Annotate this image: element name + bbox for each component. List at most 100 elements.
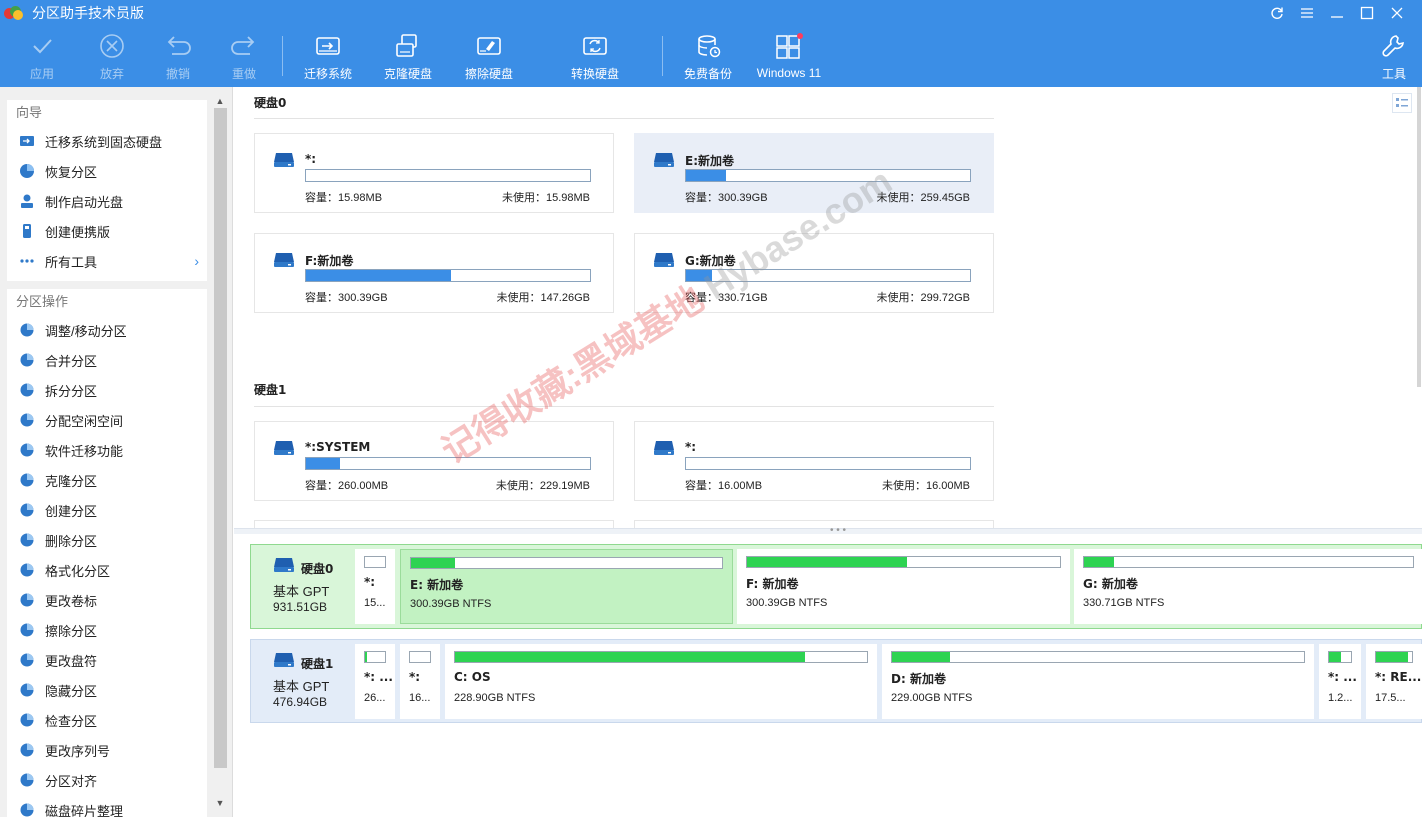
disk-map-view: 硬盘0 基本 GPT 931.51GB *: 15... E: 新加卷 300.39G… <box>234 534 1422 817</box>
partition-block[interactable]: E: 新加卷 300.39GB NTFS <box>400 549 733 624</box>
sidebar-item-op[interactable]: 磁盘碎片整理 <box>7 795 207 817</box>
sidebar-item-op[interactable]: 更改盘符 <box>7 645 207 675</box>
app-logo-icon <box>4 5 24 21</box>
divider <box>254 118 994 119</box>
close-icon[interactable] <box>1382 2 1412 24</box>
sidebar-item-op[interactable]: 检查分区 <box>7 705 207 735</box>
sidebar-item-op[interactable]: 隐藏分区 <box>7 675 207 705</box>
partition-block[interactable]: F: 新加卷 300.39GB NTFS <box>737 549 1070 624</box>
partition-name: *: ... <box>1328 670 1357 684</box>
partition-block[interactable]: *: ... 26... <box>355 644 395 719</box>
usage-bar <box>685 269 971 282</box>
partition-card[interactable]: F:新加卷 容量：300.39GB 未使用：147.26GB <box>254 233 614 313</box>
redo-button[interactable]: 重做 <box>206 30 282 82</box>
sidebar-item-migrate-ssd[interactable]: 迁移系统到固态硬盘 <box>7 126 207 156</box>
usage-bar <box>1083 556 1414 568</box>
format-icon <box>19 562 35 578</box>
sidebar-item-all-tools[interactable]: 所有工具 › <box>7 246 207 276</box>
partition-block[interactable]: *: 16... <box>400 644 440 719</box>
scroll-thumb[interactable] <box>214 108 227 768</box>
partition-card[interactable]: E:新加卷 容量：300.39GB 未使用：259.45GB <box>634 133 994 213</box>
wipe-icon <box>19 622 35 638</box>
usage-fill <box>411 558 455 568</box>
convert-disk-button[interactable]: 转换硬盘 <box>557 30 633 82</box>
tools-button[interactable]: 工具 <box>1366 30 1422 82</box>
windows11-button[interactable]: Windows 11 <box>751 30 827 82</box>
discard-label: 放弃 <box>99 67 124 81</box>
minimize-icon[interactable] <box>1322 2 1352 24</box>
usage-bar <box>305 457 591 470</box>
sidebar-item-portable[interactable]: 创建便携版 <box>7 216 207 246</box>
sidebar-item-recover-partition[interactable]: 恢复分区 <box>7 156 207 186</box>
partition-card[interactable]: *: 容量：16.00MB 未使用：16.00MB <box>634 421 994 501</box>
partition-card[interactable]: *: 容量：15.98MB 未使用：15.98MB <box>254 133 614 213</box>
check-icon <box>19 712 35 728</box>
sidebar-item-op[interactable]: 擦除分区 <box>7 615 207 645</box>
clone-disk-button[interactable]: 克隆硬盘 <box>370 30 446 82</box>
disk1-row[interactable]: 硬盘1 基本 GPT 476.94GB *: ... 26... *: 16... C:… <box>250 639 1422 723</box>
sidebar-item-label: 检查分区 <box>45 713 98 729</box>
partition-name: F:新加卷 <box>305 254 354 268</box>
sidebar-item-op[interactable]: 克隆分区 <box>7 465 207 495</box>
sidebar-item-op[interactable]: 调整/移动分区 <box>7 315 207 345</box>
scroll-up-icon[interactable]: ▲ <box>212 94 228 108</box>
sidebar-item-op[interactable]: 更改卷标 <box>7 585 207 615</box>
sidebar-item-op[interactable]: 更改序列号 <box>7 735 207 765</box>
partition-block[interactable]: *: ... 1.2... <box>1319 644 1361 719</box>
usage-bar <box>685 457 971 470</box>
undo-button[interactable]: 撤销 <box>140 30 216 82</box>
discard-icon <box>99 30 125 61</box>
sidebar-scrollbar[interactable]: ▲ ▼ <box>212 94 228 810</box>
sidebar-item-label: 克隆分区 <box>45 473 98 489</box>
sidebar-item-op[interactable]: 软件迁移功能 <box>7 435 207 465</box>
partition-block[interactable]: D: 新加卷 229.00GB NTFS <box>882 644 1314 719</box>
partition-block[interactable]: G: 新加卷 330.71GB NTFS <box>1074 549 1422 624</box>
free-text: 未使用：15.98MB <box>501 192 590 204</box>
sidebar-item-label: 删除分区 <box>45 533 98 549</box>
partition-block[interactable]: *: 15... <box>355 549 395 624</box>
usage-bar <box>305 269 591 282</box>
sidebar-item-op[interactable]: 删除分区 <box>7 525 207 555</box>
refresh-icon[interactable] <box>1262 2 1292 24</box>
scroll-thumb[interactable] <box>1417 87 1421 387</box>
card-view-scrollbar[interactable] <box>1416 87 1422 387</box>
free-backup-button[interactable]: 免费备份 <box>670 30 746 82</box>
partition-block[interactable]: C: OS 228.90GB NTFS <box>445 644 877 719</box>
partition-card-partial[interactable] <box>254 520 614 528</box>
usage-fill <box>1084 557 1114 567</box>
sidebar-item-op[interactable]: 拆分分区 <box>7 375 207 405</box>
maximize-icon[interactable] <box>1352 2 1382 24</box>
partition-card[interactable]: *:SYSTEM 容量：260.00MB 未使用：229.19MB <box>254 421 614 501</box>
menu-icon[interactable] <box>1292 2 1322 24</box>
app-move-icon <box>19 442 35 458</box>
sidebar-item-boot-disk[interactable]: 制作启动光盘 <box>7 186 207 216</box>
partition-block[interactable]: *: RE... 17.5... <box>1366 644 1422 719</box>
sidebar-item-op[interactable]: 合并分区 <box>7 345 207 375</box>
usage-bar <box>1375 651 1413 663</box>
view-toggle-icon[interactable] <box>1392 93 1412 113</box>
partition-info: 17.5... <box>1375 692 1406 704</box>
undo-label: 撤销 <box>165 67 190 81</box>
sidebar-item-op[interactable]: 格式化分区 <box>7 555 207 585</box>
convert-disk-label: 转换硬盘 <box>570 67 619 81</box>
sidebar-item-label: 恢复分区 <box>45 164 98 180</box>
partition-info: 1.2... <box>1328 692 1353 704</box>
sidebar-item-label: 更改卷标 <box>45 593 98 609</box>
clone-disk-icon <box>394 30 422 61</box>
scroll-down-icon[interactable]: ▼ <box>212 796 228 810</box>
apply-button[interactable]: 应用 <box>4 30 80 82</box>
partition-card[interactable]: G:新加卷 容量：330.71GB 未使用：299.72GB <box>634 233 994 313</box>
split-icon <box>19 382 35 398</box>
discard-button[interactable]: 放弃 <box>74 30 150 82</box>
create-icon <box>19 502 35 518</box>
sidebar-item-op[interactable]: 创建分区 <box>7 495 207 525</box>
partition-info: 228.90GB NTFS <box>454 692 536 704</box>
wipe-disk-button[interactable]: 擦除硬盘 <box>451 30 527 82</box>
disk0-row[interactable]: 硬盘0 基本 GPT 931.51GB *: 15... E: 新加卷 300.39G… <box>250 544 1422 629</box>
sidebar-item-op[interactable]: 分区对齐 <box>7 765 207 795</box>
sidebar-item-op[interactable]: 分配空闲空间 <box>7 405 207 435</box>
partition-card-partial[interactable] <box>634 520 994 528</box>
sidebar-item-label: 合并分区 <box>45 353 98 369</box>
migrate-os-button[interactable]: 迁移系统 <box>290 30 366 82</box>
free-text: 未使用：147.26GB <box>496 292 590 304</box>
